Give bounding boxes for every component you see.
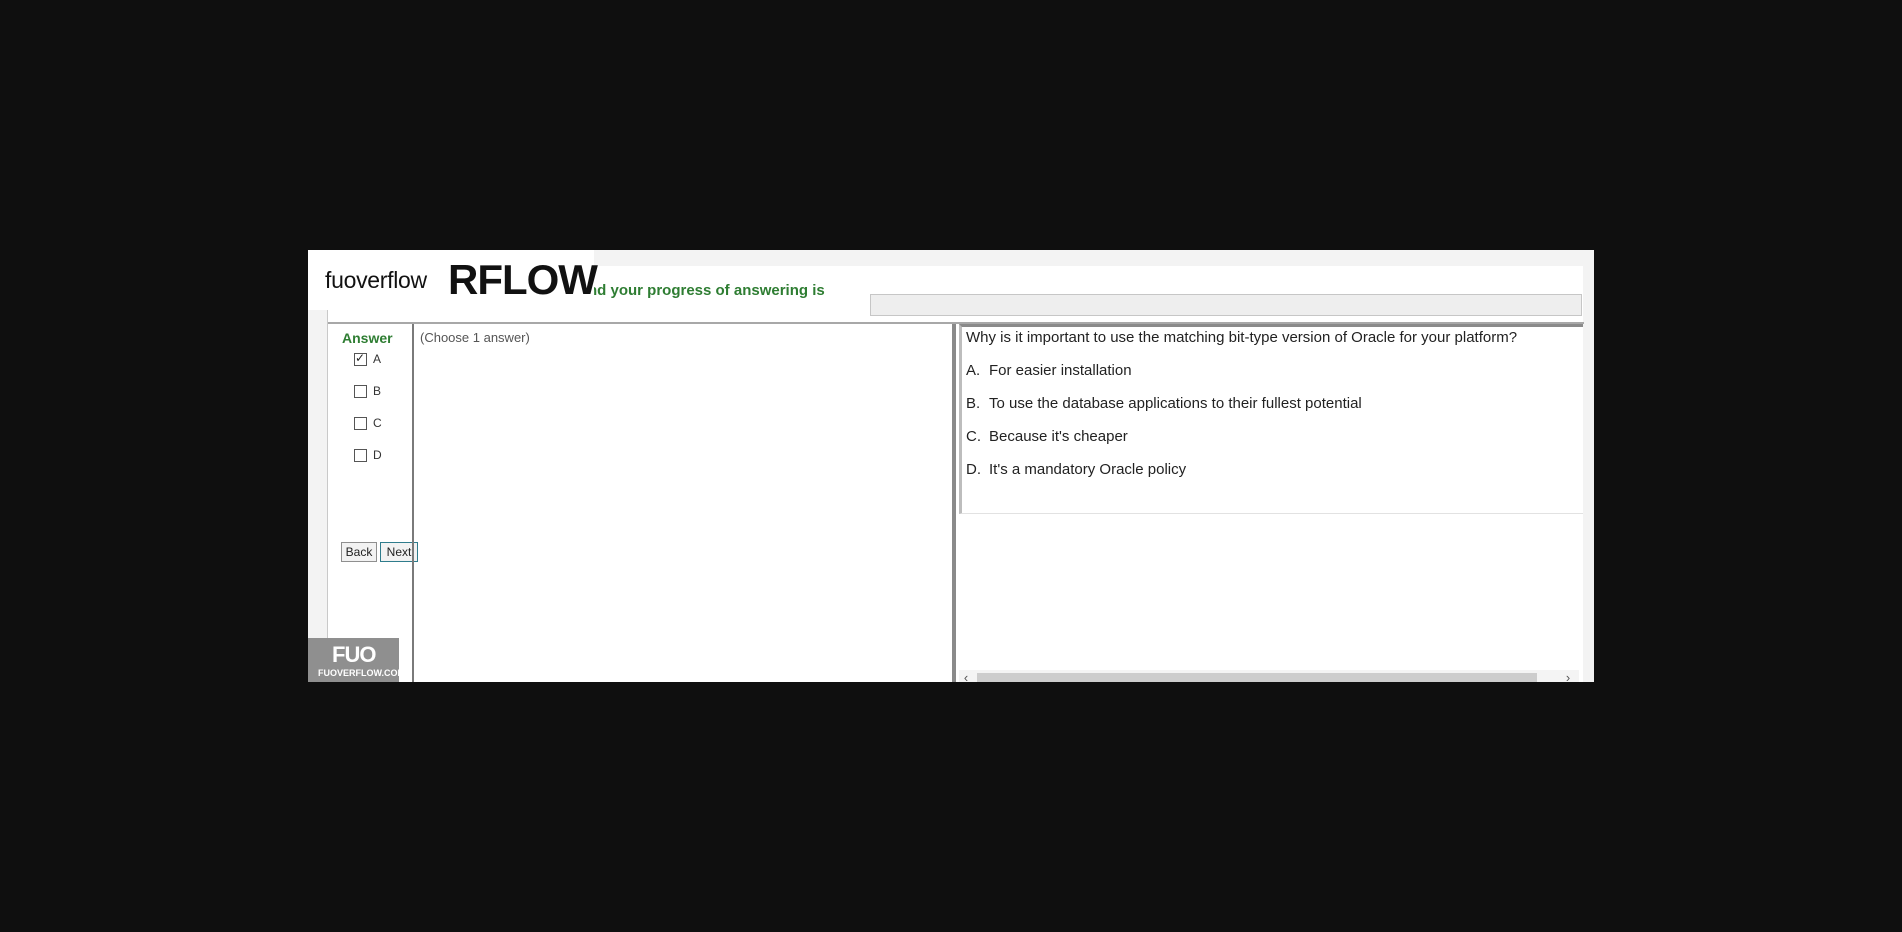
- answer-title: Answer: [342, 330, 393, 346]
- checkbox-d[interactable]: [354, 448, 367, 462]
- answer-panel: Answer A B C D Back Next: [328, 324, 418, 682]
- horizontal-scrollbar[interactable]: ‹ ›: [959, 670, 1579, 682]
- choice-d: D. It's a mandatory Oracle policy: [966, 461, 1186, 478]
- watermark-badge: FUO FUOVERFLOW.COM: [308, 638, 405, 682]
- checkbox-b[interactable]: [354, 384, 367, 398]
- exam-content: nd your progress of answering is Answer …: [327, 266, 1584, 682]
- question-box: Why is it important to use the matching …: [959, 324, 1583, 514]
- progress-bar: [870, 294, 1582, 316]
- progress-label: nd your progress of answering is: [588, 282, 825, 299]
- choice-text: It's a mandatory Oracle policy: [989, 461, 1187, 478]
- choice-c: C. Because it's cheaper: [966, 428, 1128, 445]
- answer-option-label: A: [373, 352, 382, 366]
- chevron-left-icon[interactable]: ‹: [959, 670, 973, 682]
- choice-text: Because it's cheaper: [989, 428, 1128, 445]
- scrollbar-thumb[interactable]: [977, 673, 1537, 682]
- choice-letter: C.: [966, 428, 981, 445]
- choice-letter: D.: [966, 461, 981, 478]
- splitter[interactable]: [952, 324, 956, 682]
- exam-window: nd your progress of answering is Answer …: [308, 250, 1594, 682]
- watermark-big-text: RFLOW: [448, 256, 598, 303]
- watermark-logo: fuoverflow RFLOW: [308, 250, 598, 310]
- answer-option-a[interactable]: A: [354, 351, 382, 366]
- badge-mark: FUO: [332, 642, 376, 667]
- answer-option-d[interactable]: D: [354, 448, 382, 462]
- back-button[interactable]: Back: [341, 542, 377, 562]
- question-panel: Why is it important to use the matching …: [959, 324, 1583, 682]
- choice-text: For easier installation: [989, 362, 1132, 379]
- badge-text: FUOVERFLOW.COM: [318, 668, 405, 678]
- choice-text: To use the database applications to thei…: [989, 395, 1362, 412]
- answer-option-c[interactable]: C: [354, 416, 382, 430]
- chevron-right-icon[interactable]: ›: [1561, 670, 1575, 682]
- checkbox-c[interactable]: [354, 416, 367, 430]
- answer-option-b[interactable]: B: [354, 384, 381, 398]
- question-text: Why is it important to use the matching …: [966, 329, 1518, 346]
- answer-option-label: D: [373, 448, 382, 462]
- watermark-text: fuoverflow: [325, 267, 427, 293]
- checkbox-a[interactable]: [354, 351, 367, 366]
- choice-a: A. For easier installation: [966, 362, 1132, 379]
- left-divider: [412, 324, 414, 682]
- choice-letter: B.: [966, 395, 981, 412]
- answer-option-label: C: [373, 416, 382, 430]
- choice-letter: A.: [966, 362, 981, 379]
- choice-b: B. To use the database applications to th…: [966, 395, 1362, 412]
- answer-option-label: B: [373, 384, 382, 398]
- instructions: (Choose 1 answer): [420, 330, 530, 345]
